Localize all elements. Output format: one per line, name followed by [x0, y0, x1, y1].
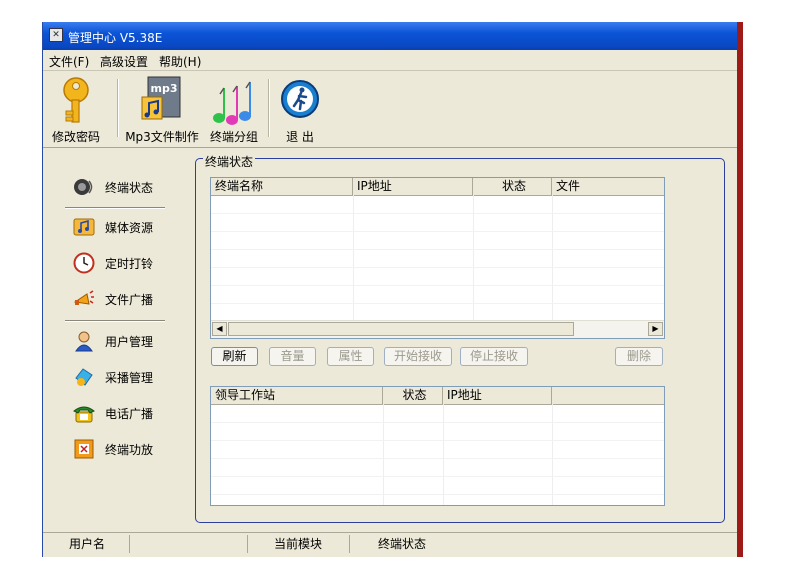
key-icon [63, 77, 89, 123]
nav-user-mgmt-label: 用户管理 [105, 335, 154, 349]
column-leader-status[interactable]: 状态 [383, 387, 443, 404]
grid-line [211, 249, 664, 250]
capture-icon [75, 368, 93, 386]
column-terminal-name[interactable]: 终端名称 [211, 178, 353, 195]
menu-file[interactable]: 文件(F) [49, 53, 89, 70]
status-user-value [130, 535, 248, 553]
change-password-button[interactable]: 修改密码 [49, 73, 103, 144]
grid-line [552, 404, 553, 505]
music-notes-icon [213, 81, 251, 125]
scroll-thumb[interactable] [228, 322, 574, 336]
svg-text:mp3: mp3 [151, 82, 178, 95]
clock-icon [73, 252, 95, 274]
scroll-right-button[interactable]: ▶ [648, 322, 663, 336]
status-module-value: 终端状态 [378, 537, 427, 551]
leader-station-list[interactable]: 领导工作站 状态 IP地址 [210, 386, 665, 506]
status-module-label: 当前模块 [248, 535, 350, 553]
stop-receive-button[interactable]: 停止接收 [460, 347, 528, 366]
volume-button[interactable]: 音量 [269, 347, 316, 366]
main-window: ✕ 管理中心 V5.38E 文件(F) 高级设置 帮助(H) 修改密码 mp3 [42, 22, 739, 557]
speaker-icon [74, 179, 93, 195]
mp3-make-label: Mp3文件制作 [125, 130, 199, 144]
grid-line [211, 267, 664, 268]
group-title: 终端状态 [203, 153, 256, 170]
phone-icon [73, 406, 95, 423]
background-window-edge [737, 22, 743, 557]
nav-terminal-amp[interactable]: 终端功放 [73, 436, 193, 462]
exit-icon [281, 80, 319, 118]
nav-terminal-status-label: 终端状态 [105, 181, 154, 195]
menu-bar: 文件(F) 高级设置 帮助(H) [43, 50, 738, 71]
grid-line [211, 285, 664, 286]
nav-terminal-amp-label: 终端功放 [105, 443, 154, 457]
megaphone-icon [73, 290, 94, 305]
terminal-group-button[interactable]: 终端分组 [205, 73, 263, 144]
grid-line [211, 440, 664, 441]
menu-help[interactable]: 帮助(H) [159, 53, 201, 70]
nav-file-broadcast-label: 文件广播 [105, 293, 154, 307]
nav-timer-bell[interactable]: 定时打铃 [73, 250, 193, 276]
grid-line [211, 231, 664, 232]
nav-phone-broadcast-label: 电话广播 [105, 407, 154, 421]
title-bar[interactable]: ✕ 管理中心 V5.38E [43, 22, 738, 50]
status-bar: 用户名 当前模块 终端状态 [43, 532, 738, 555]
grid-line [211, 458, 664, 459]
status-user-label: 用户名 [43, 535, 130, 553]
nav-terminal-status[interactable]: 终端状态 [73, 174, 193, 200]
exit-label: 退 出 [286, 130, 314, 144]
column-leader-station[interactable]: 领导工作站 [211, 387, 383, 404]
refresh-button[interactable]: 刷新 [211, 347, 258, 366]
mp3-make-button[interactable]: mp3 Mp3文件制作 [123, 73, 201, 144]
menu-advanced-settings[interactable]: 高级设置 [100, 53, 148, 70]
grid-line [211, 476, 664, 477]
amplifier-icon [74, 439, 94, 459]
toolbar-separator [117, 79, 119, 137]
app-icon: ✕ [49, 28, 63, 42]
nav-phone-broadcast[interactable]: 电话广播 [73, 400, 193, 426]
terminal-group-label: 终端分组 [209, 130, 258, 144]
delete-button[interactable]: 删除 [615, 347, 663, 366]
nav-file-broadcast[interactable]: 文件广播 [73, 286, 193, 312]
grid-line [383, 404, 384, 505]
grid-line [211, 303, 664, 304]
left-nav: 终端状态 媒体资源 定时打铃 文件广播 用户管理 采播管理 电话广播 终端功放 [43, 148, 193, 531]
nav-timer-bell-label: 定时打铃 [105, 257, 154, 271]
nav-divider [65, 320, 165, 322]
grid-line [443, 404, 444, 505]
music-note-icon [73, 218, 95, 236]
toolbar: 修改密码 mp3 Mp3文件制作 终端分组 退 出 [43, 71, 738, 148]
nav-capture-mgmt-label: 采播管理 [105, 371, 154, 385]
column-status[interactable]: 状态 [473, 178, 552, 195]
terminal-list[interactable]: 终端名称 IP地址 状态 文件 ◀ ▶ [210, 177, 665, 339]
toolbar-separator [268, 79, 270, 137]
window-title: 管理中心 V5.38E [68, 31, 163, 45]
horizontal-scrollbar[interactable]: ◀ ▶ [211, 320, 664, 338]
nav-divider [65, 207, 165, 209]
mp3-file-icon: mp3 [141, 76, 181, 120]
leader-list-header: 领导工作站 状态 IP地址 [211, 387, 664, 405]
nav-media[interactable]: 媒体资源 [73, 214, 193, 240]
grid-line [211, 494, 664, 495]
terminal-list-header: 终端名称 IP地址 状态 文件 [211, 178, 664, 196]
grid-line [211, 213, 664, 214]
column-leader-extra [552, 387, 664, 404]
grid-line [211, 422, 664, 423]
scroll-left-button[interactable]: ◀ [212, 322, 227, 336]
nav-media-label: 媒体资源 [105, 221, 154, 235]
change-password-label: 修改密码 [51, 130, 100, 144]
start-receive-button[interactable]: 开始接收 [384, 347, 452, 366]
user-icon [75, 331, 93, 352]
column-file[interactable]: 文件 [552, 178, 664, 195]
exit-button[interactable]: 退 出 [275, 73, 325, 144]
column-ip[interactable]: IP地址 [353, 178, 473, 195]
column-leader-ip[interactable]: IP地址 [443, 387, 552, 404]
properties-button[interactable]: 属性 [327, 347, 374, 366]
nav-user-mgmt[interactable]: 用户管理 [73, 328, 193, 354]
nav-capture-mgmt[interactable]: 采播管理 [73, 364, 193, 390]
